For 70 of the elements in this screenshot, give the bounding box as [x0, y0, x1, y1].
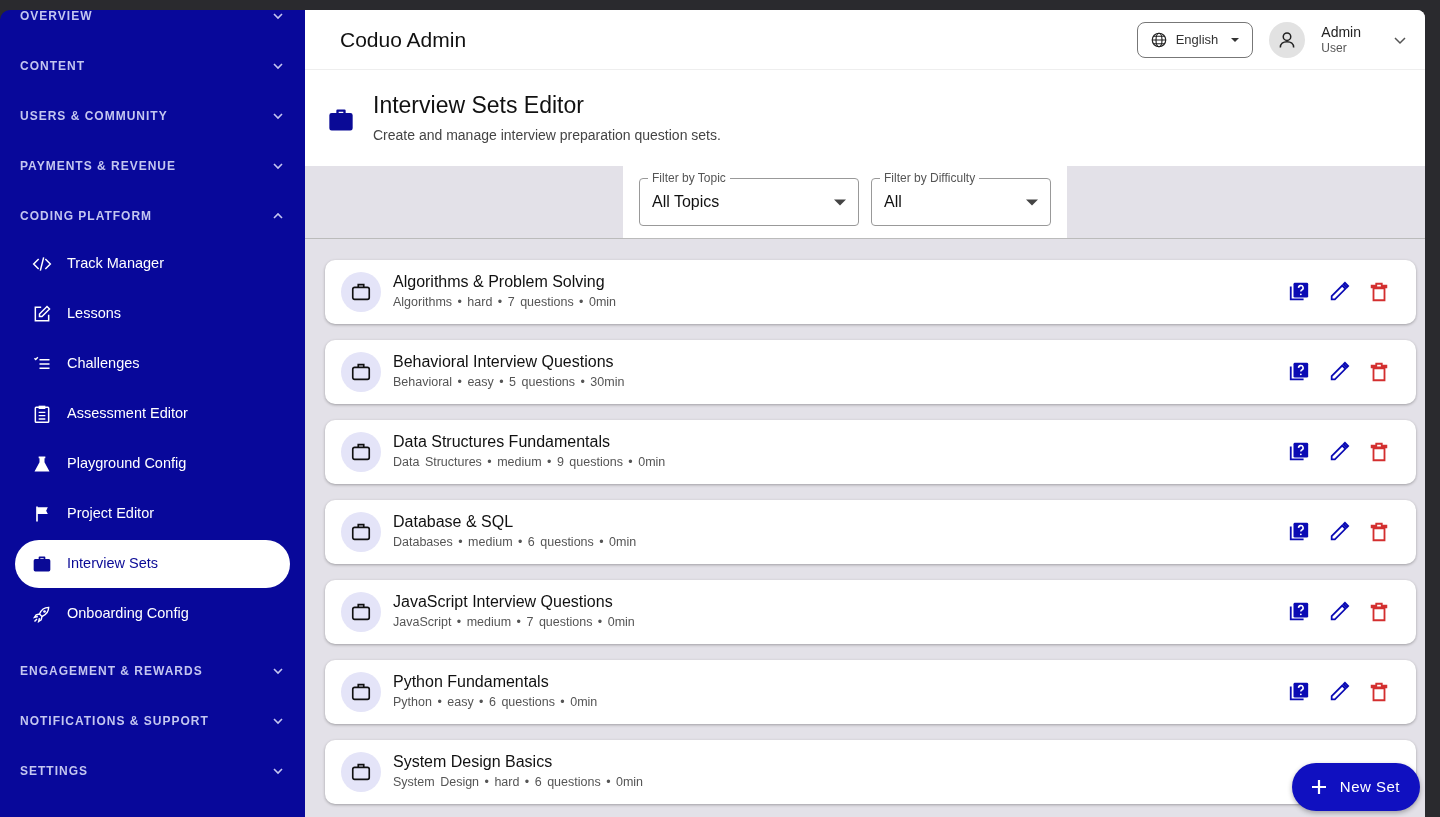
globe-icon: [1149, 30, 1168, 49]
trash-icon[interactable]: [1368, 360, 1390, 383]
plus-icon: [1309, 778, 1328, 796]
pencil-icon[interactable]: [1328, 520, 1350, 543]
new-set-button[interactable]: New Set: [1291, 763, 1420, 811]
pencil-icon[interactable]: [1328, 280, 1350, 303]
set-title: JavaScript Interview Questions: [393, 591, 614, 612]
edit-icon: [32, 304, 52, 324]
set-title: Data Structures Fundamentals: [393, 431, 611, 452]
sidebar-item[interactable]: Playground Config: [15, 440, 290, 488]
sidebar-item[interactable]: Lessons: [15, 290, 290, 338]
pencil-icon[interactable]: [1328, 600, 1350, 623]
app-title: Coduo Admin: [340, 26, 467, 53]
pencil-icon[interactable]: [1328, 360, 1350, 383]
user-name: Admin: [1321, 23, 1361, 41]
briefcase-icon: [32, 554, 52, 574]
quiz-icon[interactable]: [1288, 280, 1310, 303]
quiz-icon[interactable]: [1288, 440, 1310, 463]
pencil-icon[interactable]: [1328, 440, 1350, 463]
sidebar-item[interactable]: Project Editor: [15, 490, 290, 538]
section-header[interactable]: OVERVIEW: [0, 10, 305, 41]
section-header[interactable]: SETTINGS: [0, 746, 305, 796]
section-header[interactable]: PAYMENTS & REVENUE: [0, 141, 305, 191]
trash-icon[interactable]: [1368, 600, 1390, 623]
user-role: User: [1321, 40, 1348, 56]
code-icon: [32, 254, 52, 274]
set-card[interactable]: Algorithms & Problem Solving Algorithms • hard • 7 questions • 0min: [325, 259, 1416, 324]
set-card[interactable]: Data Structures Fundamentals Data Structures • medium • 9 questions • 0min: [325, 419, 1416, 484]
clipboard-icon: [32, 404, 52, 424]
set-title: System Design Basics: [393, 751, 554, 772]
trash-icon[interactable]: [1368, 680, 1390, 703]
flask-icon: [32, 454, 52, 474]
set-card[interactable]: Behavioral Interview Questions Behavioral • easy • 5 questions • 30min: [325, 339, 1416, 404]
set-meta: System Design • hard • 6 questions • 0min: [393, 773, 644, 791]
page-subtitle: Create and manage interview preparation question sets.: [373, 125, 721, 145]
trash-icon[interactable]: [1368, 440, 1390, 463]
set-card[interactable]: Database & SQL Databases • medium • 6 questions • 0min: [325, 499, 1416, 564]
set-card[interactable]: Python Fundamentals Python • easy • 6 questions • 0min: [325, 659, 1416, 724]
set-meta: Databases • medium • 6 questions • 0min: [393, 533, 637, 551]
section-header[interactable]: CONTENT: [0, 41, 305, 91]
language-button[interactable]: English: [1136, 21, 1254, 58]
avatar-icon[interactable]: [1269, 21, 1306, 58]
sidebar-item[interactable]: Track Manager: [15, 240, 290, 288]
rocket-icon: [32, 604, 52, 624]
set-card[interactable]: JavaScript Interview Questions JavaScript • medium • 7 questions • 0min: [325, 579, 1416, 644]
set-meta: JavaScript • medium • 7 questions • 0min: [393, 613, 635, 631]
set-meta: Data Structures • medium • 9 questions • 0min: [393, 453, 666, 471]
quiz-icon[interactable]: [1288, 600, 1310, 623]
set-title: Python Fundamentals: [393, 671, 550, 692]
set-title: Algorithms & Problem Solving: [393, 271, 606, 292]
trash-icon[interactable]: [1368, 520, 1390, 543]
sidebar-item[interactable]: Challenges: [15, 340, 290, 388]
set-meta: Behavioral • easy • 5 questions • 30min: [393, 373, 625, 391]
sidebar-item[interactable]: Assessment Editor: [15, 390, 290, 438]
section-header[interactable]: NOTIFICATIONS & SUPPORT: [0, 696, 305, 746]
section-header[interactable]: USERS & COMMUNITY: [0, 91, 305, 141]
sidebar-item[interactable]: Interview Sets: [15, 540, 290, 588]
sidebar-item[interactable]: Onboarding Config: [15, 590, 290, 638]
quiz-icon[interactable]: [1288, 520, 1310, 543]
page-title: Interview Sets Editor: [373, 92, 585, 120]
set-title: Behavioral Interview Questions: [393, 351, 615, 372]
section-header[interactable]: ENGAGEMENT & REWARDS: [0, 646, 305, 696]
trash-icon[interactable]: [1368, 280, 1390, 303]
pencil-icon[interactable]: [1328, 680, 1350, 703]
set-meta: Algorithms • hard • 7 questions • 0min: [393, 293, 617, 311]
set-meta: Python • easy • 6 questions • 0min: [393, 693, 598, 711]
section-header[interactable]: CODING PLATFORM: [0, 191, 305, 241]
set-title: Database & SQL: [393, 511, 515, 532]
quiz-icon[interactable]: [1288, 360, 1310, 383]
quiz-icon[interactable]: [1288, 680, 1310, 703]
